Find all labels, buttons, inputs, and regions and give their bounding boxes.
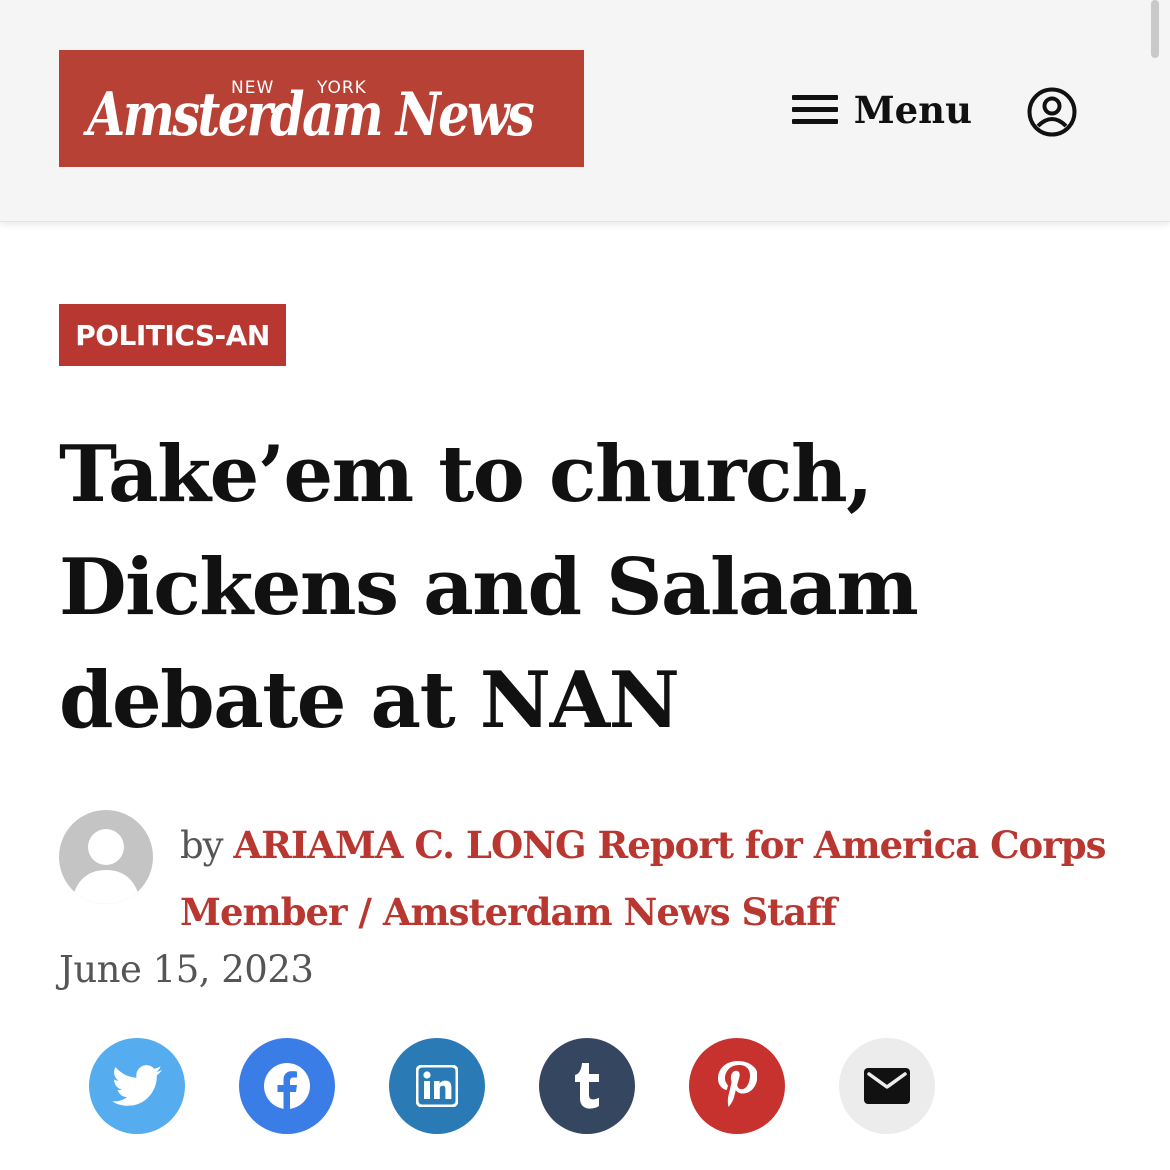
- linkedin-icon: [416, 1065, 458, 1107]
- twitter-bird-icon: [112, 1065, 162, 1106]
- site-logo[interactable]: NEW YORK Amsterdam News: [59, 50, 584, 167]
- hamburger-icon: [792, 93, 838, 127]
- article-headline: Take’em to church, Dickens and Salaam de…: [59, 429, 919, 746]
- logo-name-text: Amsterdam News: [87, 80, 535, 150]
- publish-date: June 15, 2023: [59, 948, 314, 991]
- menu-label: Menu: [853, 88, 972, 132]
- share-facebook-button[interactable]: [239, 1038, 335, 1134]
- scrollbar[interactable]: [1151, 0, 1159, 58]
- facebook-icon: [264, 1063, 310, 1111]
- category-tag[interactable]: POLITICS-AN: [59, 304, 286, 366]
- share-email-button[interactable]: [839, 1038, 935, 1134]
- share-linkedin-button[interactable]: [389, 1038, 485, 1134]
- share-pinterest-button[interactable]: [689, 1038, 785, 1134]
- byline: by ARIAMA C. LONG Report for America Cor…: [180, 812, 1140, 946]
- site-header: NEW YORK Amsterdam News Menu: [0, 0, 1170, 222]
- share-tumblr-button[interactable]: [539, 1038, 635, 1134]
- menu-button[interactable]: Menu: [792, 82, 972, 138]
- pinterest-icon: [718, 1061, 757, 1107]
- tumblr-icon: [575, 1063, 599, 1109]
- author-avatar: [59, 810, 153, 904]
- author-link[interactable]: ARIAMA C. LONG Report for America Corps …: [180, 823, 1106, 934]
- share-twitter-button[interactable]: [89, 1038, 185, 1134]
- envelope-icon: [864, 1068, 910, 1104]
- account-icon[interactable]: [1026, 86, 1078, 138]
- byline-prefix: by: [180, 824, 224, 867]
